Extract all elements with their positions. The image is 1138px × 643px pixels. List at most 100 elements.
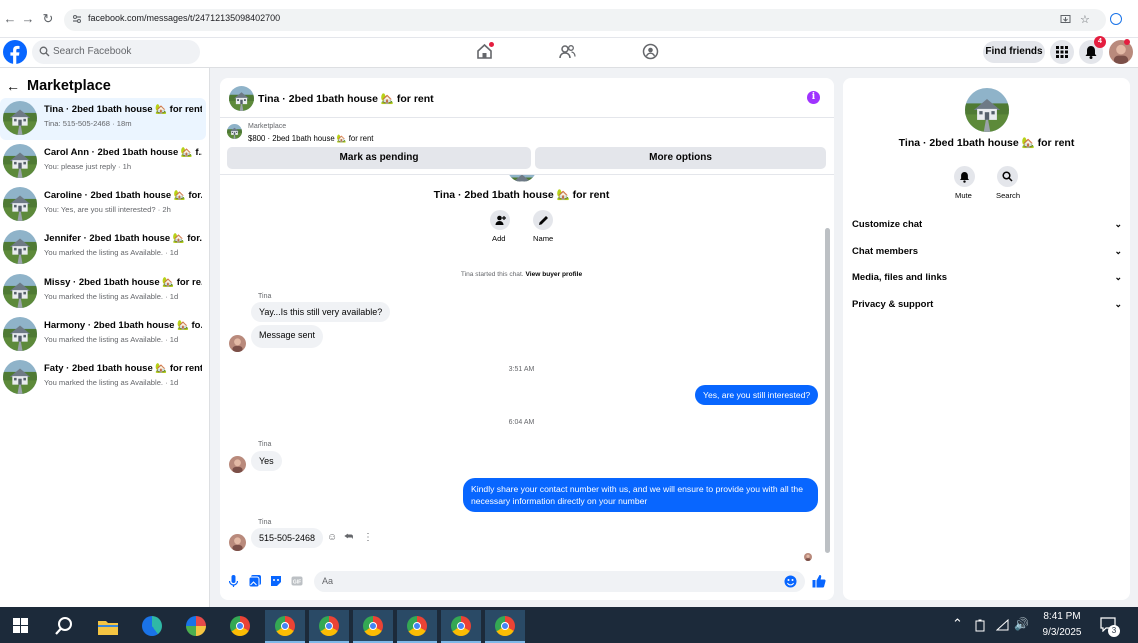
search-input[interactable]: Search Facebook bbox=[32, 40, 200, 64]
windows-start-icon[interactable] bbox=[13, 618, 28, 633]
conversation-item-faty[interactable]: Faty · 2bed 1bath house 🏡 for rent You m… bbox=[0, 357, 206, 399]
rename-button[interactable] bbox=[533, 210, 553, 230]
photo-icon[interactable] bbox=[249, 575, 261, 587]
file-explorer-app[interactable] bbox=[88, 610, 128, 643]
gif-icon[interactable]: GIF bbox=[291, 575, 303, 587]
conversation-item-jennifer[interactable]: Jennifer · 2bed 1bath house 🏡 for... You… bbox=[0, 227, 206, 269]
thumbs-up-icon[interactable] bbox=[812, 574, 826, 588]
outgoing-message[interactable]: Kindly share your contact number with us… bbox=[463, 478, 818, 512]
chat-members-section[interactable]: Chat members ⌄ bbox=[852, 246, 1122, 257]
more-actions-icon[interactable]: ⋮ bbox=[363, 532, 373, 543]
address-bar[interactable]: facebook.com/messages/t/2471213509840270… bbox=[64, 9, 1106, 31]
back-arrow-icon[interactable]: ← bbox=[6, 78, 20, 94]
section-label: Privacy & support bbox=[852, 299, 934, 310]
search-placeholder: Search Facebook bbox=[53, 46, 132, 57]
sidebar-title: Marketplace bbox=[27, 78, 111, 94]
view-buyer-profile-link[interactable]: View buyer profile bbox=[525, 271, 582, 278]
scrollbar[interactable] bbox=[825, 178, 830, 558]
chrome-app[interactable] bbox=[220, 610, 260, 643]
conversation-title: Harmony · 2bed 1bath house 🏡 fo... bbox=[44, 320, 202, 331]
chrome-window-3[interactable] bbox=[353, 610, 393, 643]
listing-price[interactable]: $800 · 2bed 1bath house 🏡 for rent bbox=[248, 134, 373, 143]
edge-app[interactable] bbox=[132, 610, 172, 643]
chat-header-title[interactable]: Tina · 2bed 1bath house 🏡 for rent bbox=[258, 92, 434, 105]
groups-icon[interactable] bbox=[642, 43, 659, 60]
conversation-item-missy[interactable]: Missy · 2bed 1bath house 🏡 for re... You… bbox=[0, 271, 206, 313]
info-icon[interactable]: i bbox=[807, 91, 820, 104]
reply-icon[interactable]: ⮪ bbox=[344, 532, 353, 543]
incoming-message[interactable]: Yay...Is this still very available? bbox=[251, 302, 391, 322]
details-title: Tina · 2bed 1bath house 🏡 for rent bbox=[898, 137, 1075, 149]
facebook-logo-icon[interactable] bbox=[3, 40, 27, 64]
tray-chevron-up-icon[interactable]: ⌃ bbox=[952, 616, 963, 632]
chrome-window-1[interactable] bbox=[265, 610, 305, 643]
chat-panel: Tina · 2bed 1bath house 🏡 for rent i Mar… bbox=[220, 78, 834, 600]
privacy-support-section[interactable]: Privacy & support ⌄ bbox=[852, 299, 1122, 310]
reload-icon[interactable]: ↻ bbox=[40, 11, 56, 27]
sender-avatar[interactable] bbox=[229, 534, 246, 551]
site-settings-icon[interactable] bbox=[72, 14, 82, 24]
account-alert-dot bbox=[1124, 39, 1130, 45]
conversation-item-harmony[interactable]: Harmony · 2bed 1bath house 🏡 fo... You m… bbox=[0, 314, 206, 356]
customize-chat-section[interactable]: Customize chat ⌄ bbox=[852, 219, 1122, 230]
forward-icon[interactable]: → bbox=[20, 11, 36, 27]
profile-icon[interactable] bbox=[1110, 13, 1122, 25]
home-notification-dot bbox=[489, 42, 494, 47]
conversation-title: Jennifer · 2bed 1bath house 🏡 for... bbox=[44, 233, 202, 244]
chrome-window-6[interactable] bbox=[485, 610, 525, 643]
chat-started-note: Tina started this chat. View buyer profi… bbox=[220, 271, 823, 278]
scrollbar-thumb[interactable] bbox=[825, 228, 830, 553]
media-files-links-section[interactable]: Media, files and links ⌄ bbox=[852, 272, 1122, 283]
outgoing-message[interactable]: Yes, are you still interested? bbox=[695, 385, 819, 405]
marketplace-sidebar: ← Marketplace Tina · 2bed 1bath house 🏡 … bbox=[0, 68, 210, 607]
search-in-chat-button[interactable] bbox=[997, 166, 1018, 187]
chrome-profile-icon bbox=[495, 616, 515, 636]
name-label: Name bbox=[533, 234, 554, 243]
bookmark-star-icon[interactable]: ☆ bbox=[1080, 13, 1090, 26]
back-icon[interactable]: ← bbox=[2, 11, 18, 27]
mark-as-pending-button[interactable]: Mark as pending bbox=[227, 147, 531, 169]
microphone-icon[interactable] bbox=[229, 575, 238, 587]
find-friends-button[interactable]: Find friends bbox=[983, 41, 1045, 63]
listing-avatar bbox=[3, 187, 37, 221]
sender-avatar[interactable] bbox=[229, 456, 246, 473]
clock-date[interactable]: 9/3/2025 bbox=[1037, 627, 1087, 638]
install-app-icon[interactable] bbox=[1060, 14, 1071, 25]
palette-icon bbox=[186, 616, 206, 636]
menu-grid-button[interactable] bbox=[1050, 40, 1074, 64]
message-list[interactable]: Tina · 2bed 1bath house 🏡 for rent Add N… bbox=[220, 175, 834, 563]
svg-text:GIF: GIF bbox=[293, 579, 301, 585]
incoming-message[interactable]: Yes bbox=[251, 451, 282, 471]
sticker-icon[interactable] bbox=[270, 575, 282, 587]
emoji-icon[interactable] bbox=[784, 575, 797, 588]
mute-button[interactable] bbox=[954, 166, 975, 187]
chat-header-avatar[interactable] bbox=[229, 86, 254, 111]
listing-thumb[interactable] bbox=[227, 124, 242, 139]
chrome-window-4[interactable] bbox=[397, 610, 437, 643]
conversation-item-tina[interactable]: Tina · 2bed 1bath house 🏡 for rent Tina:… bbox=[0, 98, 206, 140]
windows-taskbar: ⌃ 🔊 8:41 PM 9/3/2025 3 bbox=[0, 607, 1138, 643]
timestamp: 3:51 AM bbox=[508, 366, 535, 373]
conversation-snippet: You marked the listing as Available. · 1… bbox=[44, 378, 179, 387]
incoming-message[interactable]: Message sent bbox=[251, 325, 324, 348]
conversation-item-caroline[interactable]: Caroline · 2bed 1bath house 🏡 for... You… bbox=[0, 184, 206, 226]
clock-time[interactable]: 8:41 PM bbox=[1037, 611, 1087, 622]
more-options-button[interactable]: More options bbox=[535, 147, 826, 169]
paint-app[interactable] bbox=[176, 610, 216, 643]
taskbar-search-icon[interactable] bbox=[54, 616, 74, 636]
sender-name: Tina bbox=[258, 293, 272, 300]
message-input[interactable]: Aa bbox=[314, 571, 805, 592]
wifi-icon[interactable] bbox=[996, 619, 1009, 631]
incoming-message[interactable]: 515-505-2468 bbox=[251, 528, 324, 548]
chrome-window-2[interactable] bbox=[309, 610, 349, 643]
friends-icon[interactable] bbox=[559, 43, 576, 60]
volume-icon[interactable]: 🔊 bbox=[1014, 617, 1029, 631]
conversation-item-carol-ann[interactable]: Carol Ann · 2bed 1bath house 🏡 f... You:… bbox=[0, 141, 206, 183]
sender-avatar[interactable] bbox=[229, 335, 246, 352]
react-icon[interactable]: ☺ bbox=[327, 532, 337, 543]
chrome-window-5[interactable] bbox=[441, 610, 481, 643]
section-label: Media, files and links bbox=[852, 272, 948, 283]
battery-icon[interactable] bbox=[975, 619, 986, 632]
add-member-button[interactable] bbox=[490, 210, 510, 230]
url-text: facebook.com/messages/t/2471213509840270… bbox=[88, 13, 281, 23]
